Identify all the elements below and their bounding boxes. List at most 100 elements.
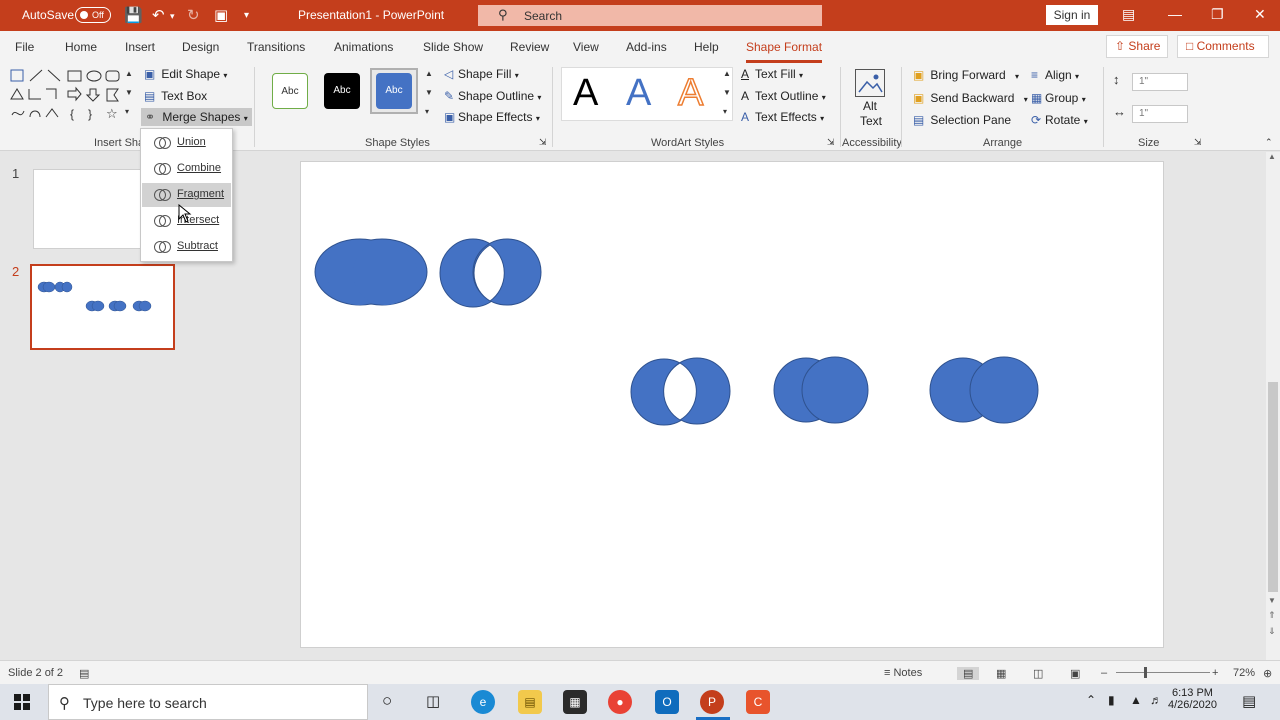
volume-icon[interactable]: ♬: [1150, 693, 1162, 707]
close-icon[interactable]: ✕: [1254, 6, 1266, 23]
zoom-slider[interactable]: [1116, 672, 1210, 673]
zoom-slider-thumb[interactable]: [1144, 667, 1147, 678]
battery-icon[interactable]: ▮: [1108, 693, 1115, 707]
tab-design[interactable]: Design: [182, 40, 219, 54]
shapes-gallery[interactable]: { } ☆: [10, 69, 122, 125]
styles-more-icon[interactable]: ▾: [425, 107, 429, 116]
scroll-up-icon[interactable]: ▲: [1268, 152, 1276, 161]
store-icon[interactable]: ▦: [563, 690, 587, 714]
group-button[interactable]: ▦ Group ▾: [1031, 91, 1086, 105]
system-clock[interactable]: 6:13 PM 4/26/2020: [1168, 687, 1217, 711]
gallery-more-icon[interactable]: ▾: [125, 107, 129, 116]
vertical-scrollbar[interactable]: ▲ ▼ ⇑ ⇓: [1266, 152, 1280, 660]
edit-shape-button[interactable]: ▣ Edit Shape ▾: [144, 67, 227, 81]
network-icon[interactable]: ▲: [1130, 693, 1142, 707]
windows-start-icon[interactable]: [14, 694, 30, 710]
tab-add-ins[interactable]: Add-ins: [626, 40, 667, 54]
collapse-ribbon-icon[interactable]: ⌃: [1265, 137, 1273, 148]
camtasia-icon[interactable]: C: [746, 690, 770, 714]
outlook-icon[interactable]: O: [655, 690, 679, 714]
wordart-style-blue[interactable]: A: [626, 73, 651, 113]
previous-slide-icon[interactable]: ⇑: [1268, 610, 1276, 621]
shape-effects-button[interactable]: ▣ Shape Effects ▾: [444, 110, 540, 124]
autosave-toggle[interactable]: Off: [75, 7, 111, 23]
alt-text-label-2[interactable]: Text: [860, 114, 882, 128]
wordart-style-black[interactable]: A: [573, 73, 598, 113]
text-outline-button[interactable]: A Text Outline ▾: [741, 89, 826, 103]
scroll-down-icon[interactable]: ▼: [1268, 596, 1276, 605]
reading-view-icon[interactable]: ◫: [1033, 667, 1043, 680]
wordart-down-icon[interactable]: ▼: [723, 88, 731, 97]
selection-pane-button[interactable]: ▤ Selection Pane: [913, 113, 1011, 127]
slide-sorter-icon[interactable]: ▦: [996, 667, 1006, 680]
notes-button[interactable]: ≡ Notes: [884, 667, 922, 679]
undo-dropdown-icon[interactable]: ▾: [170, 11, 175, 22]
undo-icon[interactable]: ↶: [152, 6, 165, 24]
text-box-button[interactable]: ▤ Text Box: [144, 89, 207, 103]
wordart-up-icon[interactable]: ▲: [723, 69, 731, 78]
shape-style-blue[interactable]: Abc: [376, 73, 412, 109]
tab-home[interactable]: Home: [65, 40, 97, 54]
chrome-icon[interactable]: ●: [608, 690, 632, 714]
bring-forward-button[interactable]: ▣ Bring Forward ▾: [913, 68, 1019, 82]
alt-text-icon[interactable]: [855, 69, 885, 97]
rotate-button[interactable]: ⟳ Rotate ▾: [1031, 113, 1088, 127]
taskbar-search[interactable]: ⚲ Type here to search: [48, 684, 368, 720]
edge-icon[interactable]: e: [471, 690, 495, 714]
dialog-launcher-icon[interactable]: ⇲: [539, 137, 547, 148]
width-input[interactable]: 1": [1132, 105, 1188, 123]
zoom-out-icon[interactable]: –: [1101, 667, 1107, 679]
fit-to-window-icon[interactable]: ⊕: [1263, 667, 1272, 680]
menu-item-combine[interactable]: Combine: [142, 157, 231, 181]
dialog-launcher-icon[interactable]: ⇲: [1194, 137, 1202, 148]
sign-in-button[interactable]: Sign in: [1046, 5, 1098, 25]
customize-qat-icon[interactable]: ▾: [244, 10, 249, 21]
tab-file[interactable]: File: [15, 40, 34, 54]
text-effects-button[interactable]: A Text Effects ▾: [741, 110, 824, 124]
shape-fill-button[interactable]: ◁ Shape Fill ▾: [444, 67, 519, 81]
merge-shapes-button[interactable]: ⚭ Merge Shapes ▾: [141, 108, 252, 126]
slide-thumbnail-2[interactable]: [30, 264, 175, 350]
scrollbar-thumb[interactable]: [1268, 382, 1278, 592]
align-button[interactable]: ≡ Align ▾: [1031, 68, 1079, 82]
save-icon[interactable]: 💾: [124, 6, 143, 24]
minimize-icon[interactable]: —: [1168, 6, 1182, 22]
shape-outline-button[interactable]: ✎ Shape Outline ▾: [444, 89, 541, 103]
alt-text-label-1[interactable]: Alt: [863, 99, 877, 113]
restore-icon[interactable]: ❐: [1211, 6, 1224, 23]
tab-view[interactable]: View: [573, 40, 599, 54]
present-icon[interactable]: ▣: [214, 6, 228, 24]
search-box[interactable]: ⚲ Search: [478, 5, 822, 26]
show-hidden-icons-icon[interactable]: ⌃: [1086, 693, 1096, 707]
powerpoint-icon[interactable]: P: [700, 690, 724, 714]
styles-down-icon[interactable]: ▼: [425, 88, 433, 97]
zoom-level[interactable]: 72%: [1233, 667, 1255, 679]
height-input[interactable]: 1": [1132, 73, 1188, 91]
slide-canvas[interactable]: [300, 161, 1164, 648]
send-backward-button[interactable]: ▣ Send Backward ▾: [913, 91, 1028, 105]
comments-button[interactable]: □ Comments: [1177, 35, 1269, 58]
styles-up-icon[interactable]: ▲: [425, 69, 433, 78]
next-slide-icon[interactable]: ⇓: [1268, 626, 1276, 637]
task-view-icon[interactable]: ◫: [426, 692, 440, 710]
gallery-down-icon[interactable]: ▼: [125, 88, 133, 97]
tab-review[interactable]: Review: [510, 40, 549, 54]
slideshow-icon[interactable]: ▣: [1070, 667, 1080, 680]
wordart-style-orange[interactable]: A: [677, 72, 704, 114]
tab-shape-format[interactable]: Shape Format: [746, 40, 823, 63]
gallery-up-icon[interactable]: ▲: [125, 69, 133, 78]
tab-insert[interactable]: Insert: [125, 40, 155, 54]
text-fill-button[interactable]: A Text Fill ▾: [741, 67, 803, 81]
spell-check-icon[interactable]: ▤: [79, 667, 89, 680]
tab-slide-show[interactable]: Slide Show: [423, 40, 483, 54]
ribbon-display-icon[interactable]: ▤: [1122, 6, 1135, 23]
cortana-icon[interactable]: ○: [382, 691, 392, 711]
notifications-icon[interactable]: ▤: [1242, 692, 1256, 710]
tab-animations[interactable]: Animations: [334, 40, 393, 54]
shape-style-black[interactable]: Abc: [324, 73, 360, 109]
redo-icon[interactable]: ↻: [187, 6, 200, 24]
zoom-in-icon[interactable]: +: [1212, 667, 1218, 679]
menu-item-subtract[interactable]: Subtract: [142, 235, 231, 259]
menu-item-union[interactable]: Union: [142, 131, 231, 155]
share-button[interactable]: ⇧ Share: [1106, 35, 1168, 58]
